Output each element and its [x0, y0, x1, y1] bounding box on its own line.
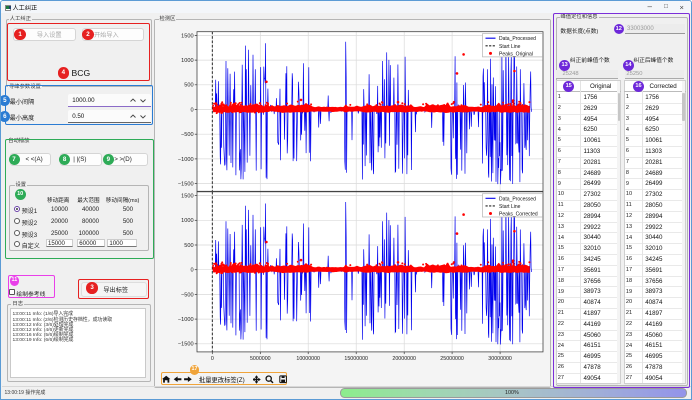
svg-text:0: 0 [190, 107, 193, 113]
svg-text:Peaks_Corrected: Peaks_Corrected [499, 212, 538, 218]
svg-text:Data_Processed: Data_Processed [499, 196, 536, 202]
svg-text:Peaks_Original: Peaks_Original [499, 51, 533, 57]
svg-text:1500: 1500 [181, 194, 193, 200]
svg-text:Data_Processed: Data_Processed [499, 36, 536, 42]
svg-text:−1500: −1500 [178, 182, 194, 188]
svg-text:30000000: 30000000 [488, 356, 512, 362]
svg-text:5000000: 5000000 [250, 356, 271, 362]
svg-text:1000: 1000 [181, 218, 193, 224]
svg-text:Start Line: Start Line [499, 44, 521, 50]
svg-text:−500: −500 [181, 292, 194, 298]
svg-text:20000000: 20000000 [392, 356, 416, 362]
svg-text:1000: 1000 [181, 58, 193, 64]
svg-text:−1000: −1000 [178, 157, 194, 163]
svg-text:Start Line: Start Line [499, 204, 521, 210]
svg-text:−1000: −1000 [178, 317, 194, 323]
svg-text:−500: −500 [181, 132, 194, 138]
svg-text:500: 500 [184, 83, 193, 89]
svg-text:10000000: 10000000 [296, 356, 320, 362]
svg-text:0: 0 [190, 268, 193, 274]
svg-text:500: 500 [184, 243, 193, 249]
svg-text:25000000: 25000000 [440, 356, 464, 362]
svg-text:15000000: 15000000 [344, 356, 368, 362]
svg-text:−1500: −1500 [178, 342, 194, 348]
svg-text:0: 0 [211, 356, 214, 362]
svg-text:1500: 1500 [181, 33, 193, 39]
